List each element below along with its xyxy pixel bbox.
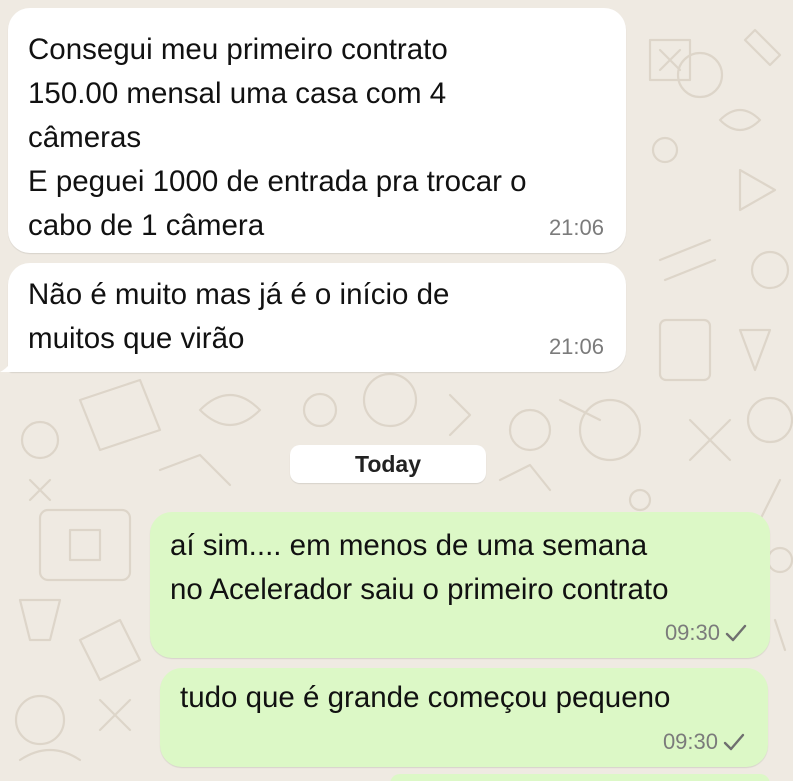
message-timestamp: 09:30: [662, 729, 718, 754]
message-meta: 21:06: [549, 334, 604, 360]
message-timestamp: 21:06: [548, 334, 604, 359]
message-meta: 21:06: [549, 215, 604, 241]
message-line: cabo de 1 câmera: [28, 209, 265, 242]
single-check-icon: [725, 624, 747, 642]
message-line: Não é muito mas já é o início de: [28, 278, 450, 311]
message-line: aí sim.... em menos de uma semana: [170, 529, 648, 562]
message-line: tudo que é grande começou pequeno: [180, 681, 671, 714]
message-line: Consegui meu primeiro contrato: [28, 33, 448, 66]
message-text: tudo que é grande começou pequeno: [180, 676, 768, 720]
message-text: aí sim.... em menos de uma semana no Ace…: [170, 524, 770, 612]
message-meta: 09:30: [663, 729, 746, 755]
message-line: no Acelerador saiu o primeiro contrato: [170, 573, 669, 606]
incoming-message-bubble[interactable]: Consegui meu primeiro contrato 150.00 me…: [8, 8, 626, 253]
message-line: 150.00 mensal uma casa com 4: [28, 77, 447, 110]
message-meta: 09:30: [665, 620, 748, 646]
bubble-tail-icon: [0, 352, 20, 372]
single-check-icon: [723, 733, 745, 751]
incoming-message-bubble[interactable]: Não é muito mas já é o início de muitos …: [8, 263, 626, 372]
message-timestamp: 21:06: [548, 215, 604, 240]
message-line: E peguei 1000 de entrada pra trocar o: [28, 165, 527, 198]
message-line: câmeras: [28, 121, 142, 154]
message-text: Consegui meu primeiro contrato 150.00 me…: [28, 28, 626, 248]
outgoing-message-bubble[interactable]: tudo que é grande começou pequeno 09:30: [160, 668, 768, 767]
message-text: Não é muito mas já é o início de muitos …: [28, 273, 626, 361]
next-message-bubble-peek: [390, 774, 770, 781]
message-line: muitos que virão: [28, 322, 245, 355]
date-separator: Today: [290, 445, 486, 483]
date-separator-label: Today: [354, 450, 422, 477]
outgoing-message-bubble[interactable]: aí sim.... em menos de uma semana no Ace…: [150, 512, 770, 658]
message-timestamp: 09:30: [664, 620, 720, 645]
